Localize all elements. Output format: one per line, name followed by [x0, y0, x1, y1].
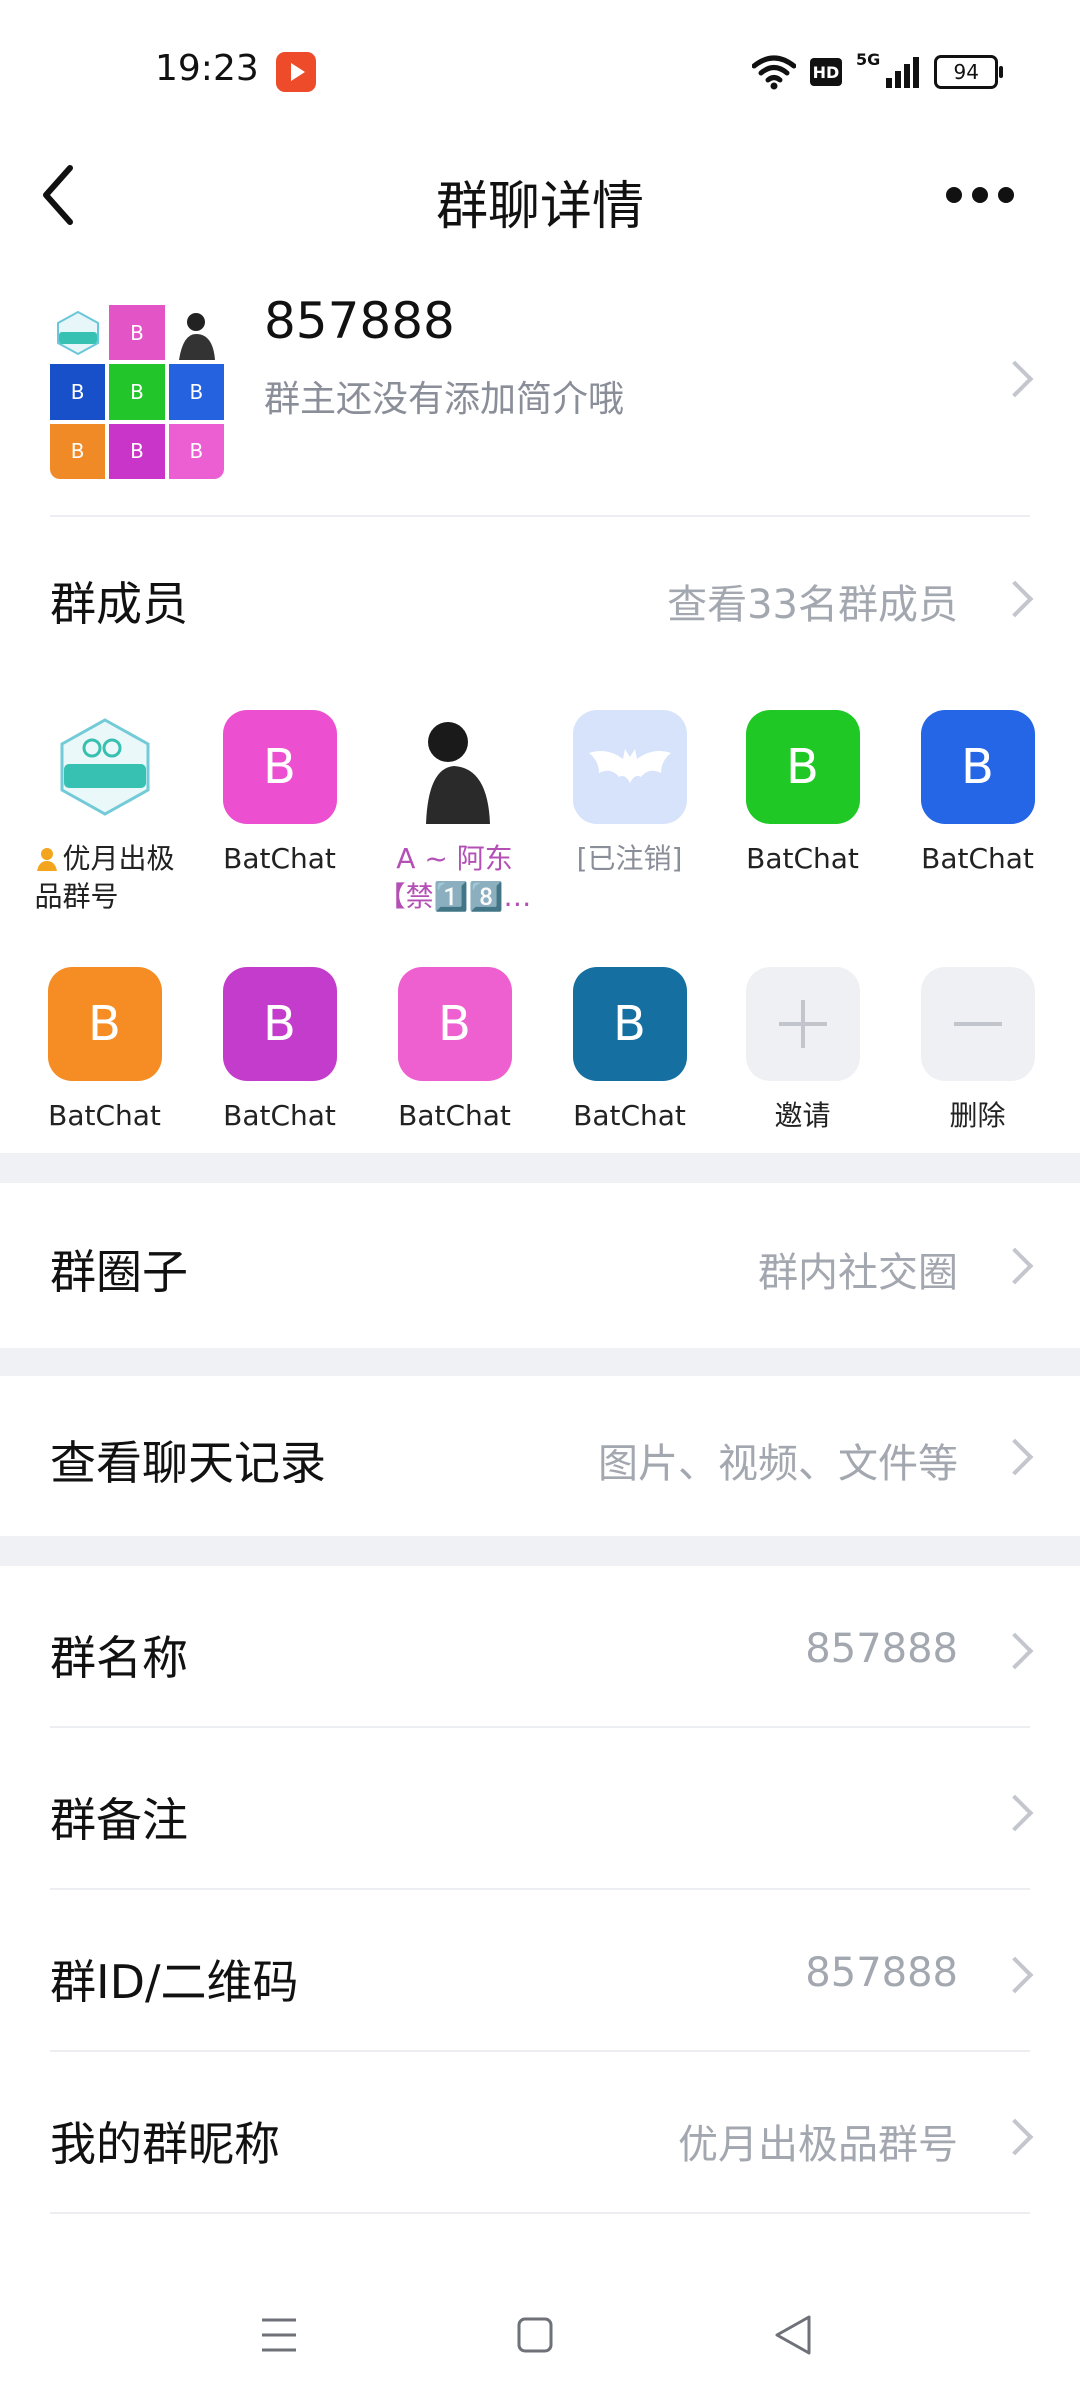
wifi-icon — [752, 55, 796, 90]
member-item[interactable]: B BatChat — [715, 710, 890, 878]
member-avatar: B — [572, 967, 687, 1081]
group-avatar-tile — [168, 305, 224, 361]
chat-history-value: 图片、视频、文件等 — [598, 1441, 958, 1487]
member-avatar: B — [920, 710, 1035, 824]
group-avatar: BBBBBBB — [50, 305, 224, 479]
chevron-right-icon — [996, 1794, 1034, 1832]
more-dot — [972, 187, 988, 203]
member-item[interactable]: [已注销] — [542, 710, 717, 878]
settings-row-value: 857888 — [805, 1950, 958, 1996]
member-name: 优月出极品群号 — [35, 840, 175, 916]
group-owner-icon — [35, 842, 63, 875]
member-name: BatChat — [573, 1099, 686, 1132]
member-avatar: B — [47, 967, 162, 1081]
member-item[interactable]: B BatChat — [367, 967, 542, 1135]
bat-icon — [572, 710, 687, 824]
group-avatar-tile: B — [109, 305, 165, 361]
members-label: 群成员 — [50, 577, 188, 631]
member-name: [已注销] — [576, 842, 683, 875]
member-item[interactable]: B BatChat — [17, 967, 192, 1135]
battery-icon: 94 — [934, 55, 1004, 89]
signal-icon — [886, 57, 920, 88]
more-dot — [998, 187, 1014, 203]
member-avatar: B — [222, 710, 337, 824]
group-avatar-tile: B — [109, 423, 165, 479]
settings-row-value: 857888 — [805, 1626, 958, 1672]
plus-icon — [745, 967, 860, 1081]
home-nav-button[interactable] — [505, 2305, 565, 2365]
settings-row-label: 群名称 — [50, 1631, 188, 1685]
page-title: 群聊详情 — [435, 177, 644, 237]
section-separator — [0, 1348, 1080, 1376]
view-members-link[interactable]: 查看33名群成员 — [667, 572, 958, 630]
member-name: BatChat — [223, 1099, 336, 1132]
member-name: BatChat — [921, 842, 1034, 875]
member-name: BatChat — [223, 842, 336, 875]
group-avatar-tile: B — [50, 423, 106, 479]
member-name: BatChat — [746, 842, 859, 875]
status-time: 19:23 — [155, 48, 259, 89]
chevron-right-icon — [996, 1632, 1034, 1670]
member-name: BatChat — [398, 1099, 511, 1132]
more-options-button[interactable] — [935, 170, 1025, 220]
triangle-back-icon — [775, 2315, 811, 2355]
settings-row-label: 群备注 — [50, 1793, 188, 1847]
video-app-notification-icon — [276, 52, 316, 92]
battery-level: 94 — [953, 60, 979, 84]
remove-label: 删除 — [949, 1099, 1006, 1132]
group-avatar-tile: B — [109, 364, 165, 420]
network-type-label: 5G — [856, 50, 881, 69]
member-name: BatChat — [48, 1099, 161, 1132]
back-nav-button[interactable] — [765, 2305, 825, 2365]
menu-nav-button[interactable] — [250, 2310, 310, 2360]
member-item[interactable]: B BatChat — [192, 967, 367, 1135]
chat-history-label: 查看聊天记录 — [50, 1436, 326, 1490]
minus-icon — [920, 967, 1035, 1081]
chevron-right-icon — [996, 2118, 1034, 2156]
group-name: 857888 — [264, 292, 455, 350]
settings-row[interactable]: 群备注 — [0, 1728, 1080, 1890]
member-avatar: B — [397, 967, 512, 1081]
section-separator — [0, 1536, 1080, 1566]
member-avatar: B — [745, 710, 860, 824]
settings-row[interactable]: 我的群昵称 优月出极品群号 — [0, 2052, 1080, 2214]
group-avatar-tile: B — [168, 423, 224, 479]
group-avatar-tile — [50, 305, 106, 361]
group-avatar-tile: B — [168, 364, 224, 420]
member-item[interactable]: 优月出极品群号 — [17, 710, 192, 916]
settings-row[interactable]: 群名称 857888 — [0, 1566, 1080, 1728]
member-item[interactable]: B BatChat — [542, 967, 717, 1135]
settings-row-label: 群ID/二维码 — [50, 1955, 299, 2009]
invite-member-button[interactable]: 邀请 — [715, 967, 890, 1135]
hd-badge: HD — [810, 58, 842, 86]
settings-row[interactable]: 群ID/二维码 857888 — [0, 1890, 1080, 2052]
divider — [50, 515, 1030, 517]
group-circle-label: 群圈子 — [50, 1245, 188, 1299]
menu-icon — [262, 2318, 296, 2352]
section-separator — [0, 1153, 1080, 1183]
group-avatar-tile: B — [50, 364, 106, 420]
chevron-right-icon — [996, 1956, 1034, 1994]
remove-member-button[interactable]: 删除 — [890, 967, 1065, 1135]
settings-row-value: 优月出极品群号 — [678, 2122, 958, 2168]
member-avatar: B — [222, 967, 337, 1081]
member-item[interactable]: B BatChat — [192, 710, 367, 878]
qq-medal-wall-icon — [47, 710, 162, 824]
group-circle-value: 群内社交圈 — [758, 1250, 958, 1296]
status-icons: HD 5G 94 — [752, 50, 1004, 94]
member-photo-avatar — [397, 710, 512, 824]
settings-row-label: 我的群昵称 — [50, 2117, 280, 2171]
invite-label: 邀请 — [774, 1099, 831, 1132]
more-dot — [946, 187, 962, 203]
member-item[interactable]: B BatChat — [890, 710, 1065, 878]
group-description: 群主还没有添加简介哦 — [264, 379, 625, 420]
divider — [50, 2212, 1030, 2214]
member-name: A ~ 阿东【禁1️⃣8️⃣… — [377, 842, 532, 913]
square-home-icon — [517, 2317, 553, 2353]
member-item[interactable]: A ~ 阿东【禁1️⃣8️⃣… — [367, 710, 542, 916]
